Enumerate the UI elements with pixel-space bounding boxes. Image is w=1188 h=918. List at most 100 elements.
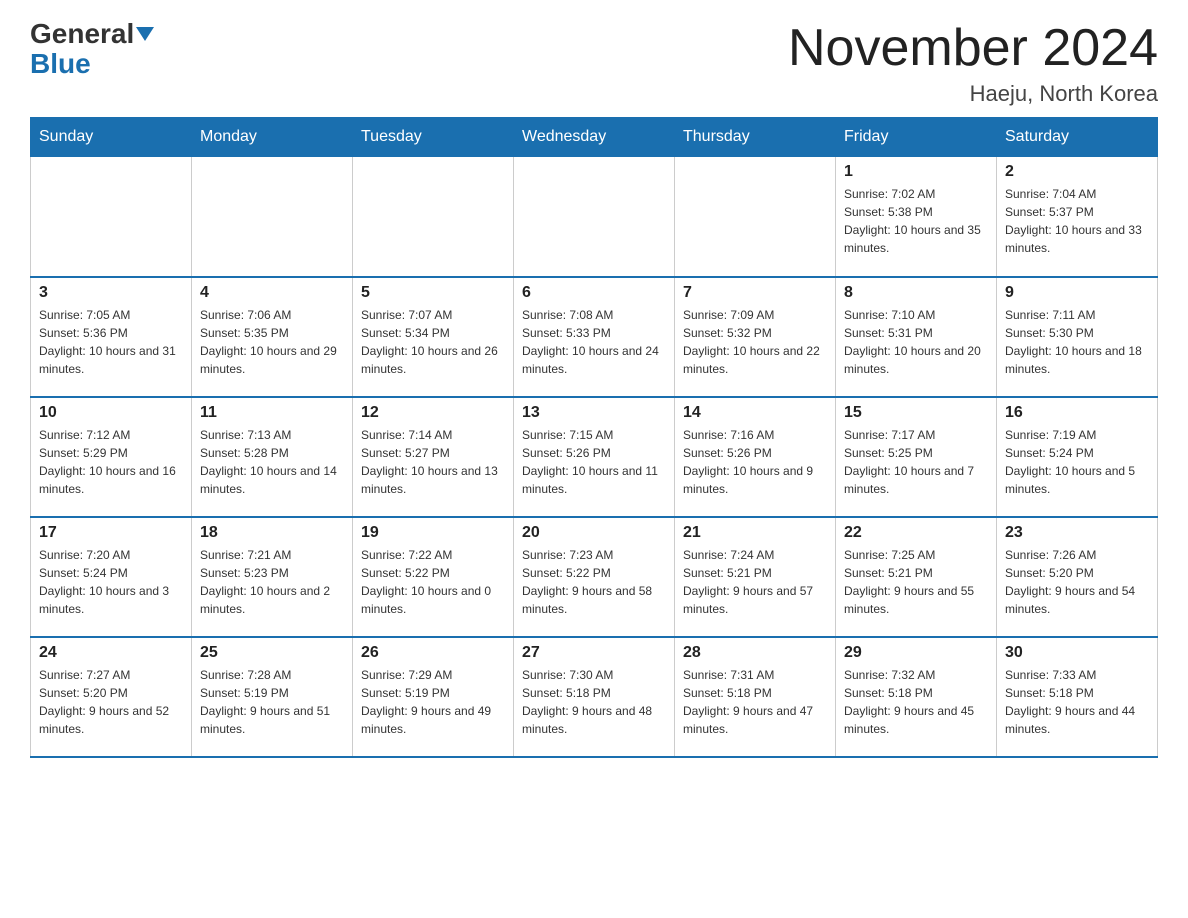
day-number: 11	[200, 404, 344, 422]
day-info: Sunrise: 7:17 AMSunset: 5:25 PMDaylight:…	[844, 426, 988, 498]
day-info: Sunrise: 7:09 AMSunset: 5:32 PMDaylight:…	[683, 306, 827, 378]
day-number: 14	[683, 404, 827, 422]
day-info: Sunrise: 7:12 AMSunset: 5:29 PMDaylight:…	[39, 426, 183, 498]
calendar-table: SundayMondayTuesdayWednesdayThursdayFrid…	[30, 117, 1158, 758]
calendar-cell: 6 Sunrise: 7:08 AMSunset: 5:33 PMDaylight…	[514, 277, 675, 397]
calendar-cell: 1 Sunrise: 7:02 AMSunset: 5:38 PMDaylight…	[836, 157, 997, 277]
day-info: Sunrise: 7:15 AMSunset: 5:26 PMDaylight:…	[522, 426, 666, 498]
calendar-cell: 18 Sunrise: 7:21 AMSunset: 5:23 PMDayligh…	[192, 517, 353, 637]
column-header-tuesday: Tuesday	[353, 118, 514, 157]
calendar-cell: 27 Sunrise: 7:30 AMSunset: 5:18 PMDayligh…	[514, 637, 675, 757]
day-number: 25	[200, 644, 344, 662]
calendar-cell	[514, 157, 675, 277]
day-number: 28	[683, 644, 827, 662]
calendar-header-row: SundayMondayTuesdayWednesdayThursdayFrid…	[31, 118, 1158, 157]
calendar-cell: 29Sunrise: 7:32 AMSunset: 5:18 PMDayligh…	[836, 637, 997, 757]
calendar-cell: 7 Sunrise: 7:09 AMSunset: 5:32 PMDaylight…	[675, 277, 836, 397]
day-number: 29	[844, 644, 988, 662]
day-number: 12	[361, 404, 505, 422]
month-title: November 2024	[788, 20, 1158, 77]
day-number: 5	[361, 284, 505, 302]
day-info: Sunrise: 7:19 AMSunset: 5:24 PMDaylight:…	[1005, 426, 1149, 498]
day-number: 13	[522, 404, 666, 422]
day-info: Sunrise: 7:10 AMSunset: 5:31 PMDaylight:…	[844, 306, 988, 378]
calendar-week-3: 10 Sunrise: 7:12 AMSunset: 5:29 PMDayligh…	[31, 397, 1158, 517]
day-info: Sunrise: 7:20 AMSunset: 5:24 PMDaylight:…	[39, 546, 183, 618]
calendar-cell: 2 Sunrise: 7:04 AMSunset: 5:37 PMDaylight…	[997, 157, 1158, 277]
calendar-cell: 20 Sunrise: 7:23 AMSunset: 5:22 PMDayligh…	[514, 517, 675, 637]
day-info: Sunrise: 7:31 AMSunset: 5:18 PMDaylight:…	[683, 666, 827, 738]
column-header-friday: Friday	[836, 118, 997, 157]
calendar-cell: 19 Sunrise: 7:22 AMSunset: 5:22 PMDayligh…	[353, 517, 514, 637]
day-number: 16	[1005, 404, 1149, 422]
calendar-cell: 14 Sunrise: 7:16 AMSunset: 5:26 PMDayligh…	[675, 397, 836, 517]
day-number: 7	[683, 284, 827, 302]
day-number: 24	[39, 644, 183, 662]
day-number: 23	[1005, 524, 1149, 542]
day-number: 26	[361, 644, 505, 662]
day-info: Sunrise: 7:04 AMSunset: 5:37 PMDaylight:…	[1005, 185, 1149, 257]
logo-triangle-icon	[136, 27, 154, 41]
calendar-cell: 26 Sunrise: 7:29 AMSunset: 5:19 PMDayligh…	[353, 637, 514, 757]
calendar-cell: 23Sunrise: 7:26 AMSunset: 5:20 PMDayligh…	[997, 517, 1158, 637]
day-number: 6	[522, 284, 666, 302]
day-number: 3	[39, 284, 183, 302]
day-info: Sunrise: 7:24 AMSunset: 5:21 PMDaylight:…	[683, 546, 827, 618]
day-number: 9	[1005, 284, 1149, 302]
day-info: Sunrise: 7:25 AMSunset: 5:21 PMDaylight:…	[844, 546, 988, 618]
day-info: Sunrise: 7:29 AMSunset: 5:19 PMDaylight:…	[361, 666, 505, 738]
day-info: Sunrise: 7:33 AMSunset: 5:18 PMDaylight:…	[1005, 666, 1149, 738]
day-number: 27	[522, 644, 666, 662]
calendar-cell: 16 Sunrise: 7:19 AMSunset: 5:24 PMDayligh…	[997, 397, 1158, 517]
calendar-cell: 10 Sunrise: 7:12 AMSunset: 5:29 PMDayligh…	[31, 397, 192, 517]
day-number: 19	[361, 524, 505, 542]
calendar-cell: 8 Sunrise: 7:10 AMSunset: 5:31 PMDaylight…	[836, 277, 997, 397]
calendar-cell: 9 Sunrise: 7:11 AMSunset: 5:30 PMDaylight…	[997, 277, 1158, 397]
page-header: General Blue November 2024 Haeju, North …	[30, 20, 1158, 107]
calendar-cell: 25 Sunrise: 7:28 AMSunset: 5:19 PMDayligh…	[192, 637, 353, 757]
title-section: November 2024 Haeju, North Korea	[788, 20, 1158, 107]
day-info: Sunrise: 7:28 AMSunset: 5:19 PMDaylight:…	[200, 666, 344, 738]
day-number: 22	[844, 524, 988, 542]
day-number: 15	[844, 404, 988, 422]
day-info: Sunrise: 7:22 AMSunset: 5:22 PMDaylight:…	[361, 546, 505, 618]
logo-general: General	[30, 20, 154, 48]
day-number: 17	[39, 524, 183, 542]
location: Haeju, North Korea	[788, 81, 1158, 107]
day-number: 1	[844, 163, 988, 181]
calendar-cell: 15 Sunrise: 7:17 AMSunset: 5:25 PMDayligh…	[836, 397, 997, 517]
day-info: Sunrise: 7:27 AMSunset: 5:20 PMDaylight:…	[39, 666, 183, 738]
day-info: Sunrise: 7:23 AMSunset: 5:22 PMDaylight:…	[522, 546, 666, 618]
calendar-week-5: 24 Sunrise: 7:27 AMSunset: 5:20 PMDayligh…	[31, 637, 1158, 757]
day-info: Sunrise: 7:16 AMSunset: 5:26 PMDaylight:…	[683, 426, 827, 498]
day-info: Sunrise: 7:08 AMSunset: 5:33 PMDaylight:…	[522, 306, 666, 378]
day-number: 4	[200, 284, 344, 302]
day-number: 20	[522, 524, 666, 542]
calendar-week-1: 1 Sunrise: 7:02 AMSunset: 5:38 PMDaylight…	[31, 157, 1158, 277]
day-number: 21	[683, 524, 827, 542]
day-number: 10	[39, 404, 183, 422]
calendar-cell: 13 Sunrise: 7:15 AMSunset: 5:26 PMDayligh…	[514, 397, 675, 517]
day-number: 2	[1005, 163, 1149, 181]
day-info: Sunrise: 7:11 AMSunset: 5:30 PMDaylight:…	[1005, 306, 1149, 378]
column-header-saturday: Saturday	[997, 118, 1158, 157]
calendar-cell	[31, 157, 192, 277]
day-info: Sunrise: 7:05 AMSunset: 5:36 PMDaylight:…	[39, 306, 183, 378]
calendar-cell: 5Sunrise: 7:07 AMSunset: 5:34 PMDaylight…	[353, 277, 514, 397]
calendar-cell: 3 Sunrise: 7:05 AMSunset: 5:36 PMDaylight…	[31, 277, 192, 397]
day-info: Sunrise: 7:13 AMSunset: 5:28 PMDaylight:…	[200, 426, 344, 498]
logo-blue: Blue	[30, 48, 91, 80]
day-number: 18	[200, 524, 344, 542]
day-info: Sunrise: 7:30 AMSunset: 5:18 PMDaylight:…	[522, 666, 666, 738]
calendar-cell: 30 Sunrise: 7:33 AMSunset: 5:18 PMDayligh…	[997, 637, 1158, 757]
day-info: Sunrise: 7:02 AMSunset: 5:38 PMDaylight:…	[844, 185, 988, 257]
calendar-cell: 24 Sunrise: 7:27 AMSunset: 5:20 PMDayligh…	[31, 637, 192, 757]
calendar-week-4: 17 Sunrise: 7:20 AMSunset: 5:24 PMDayligh…	[31, 517, 1158, 637]
calendar-cell	[675, 157, 836, 277]
day-number: 8	[844, 284, 988, 302]
logo: General Blue	[30, 20, 154, 80]
day-number: 30	[1005, 644, 1149, 662]
calendar-cell: 11 Sunrise: 7:13 AMSunset: 5:28 PMDayligh…	[192, 397, 353, 517]
day-info: Sunrise: 7:21 AMSunset: 5:23 PMDaylight:…	[200, 546, 344, 618]
calendar-cell	[192, 157, 353, 277]
